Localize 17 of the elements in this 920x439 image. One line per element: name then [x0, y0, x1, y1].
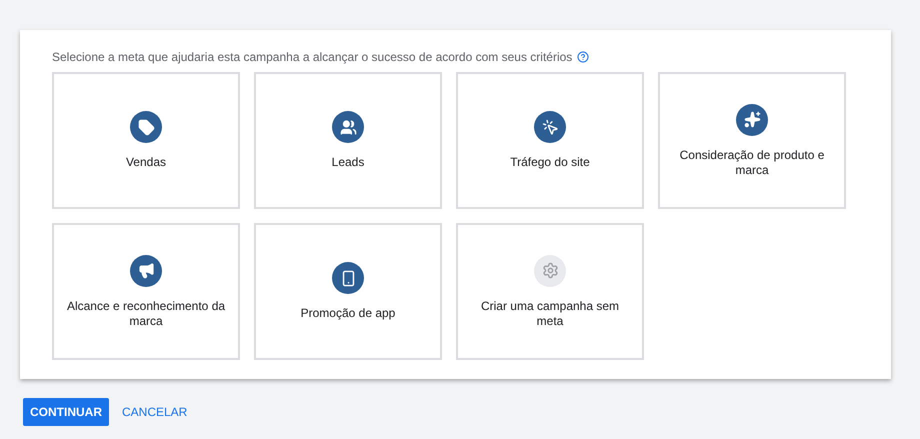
- goal-tile[interactable]: Leads: [254, 72, 442, 209]
- people-icon: [332, 111, 364, 143]
- sparkle-icon: [736, 104, 768, 136]
- goal-tile[interactable]: Alcance e reconhecimento da marca: [52, 223, 240, 360]
- goal-tile[interactable]: Vendas: [52, 72, 240, 209]
- help-icon[interactable]: [577, 51, 590, 63]
- tag-icon: [130, 111, 162, 143]
- goal-tile[interactable]: Promoção de app: [254, 223, 442, 360]
- continue-button[interactable]: CONTINUAR: [23, 398, 109, 426]
- goal-tile[interactable]: Consideração de produto e marca: [658, 72, 846, 209]
- goal-tile[interactable]: Tráfego do site: [456, 72, 644, 209]
- gear-icon: [534, 254, 566, 286]
- cursor-click-icon: [534, 111, 566, 143]
- cancel-button[interactable]: CANCELAR: [115, 398, 194, 426]
- megaphone-icon: [130, 254, 162, 286]
- prompt-text: Selecione a meta que ajudaria esta campanha a alcançar o sucesso de acordo com seus critérios: [52, 50, 572, 64]
- goal-tile[interactable]: Criar uma campanha sem meta: [456, 223, 644, 360]
